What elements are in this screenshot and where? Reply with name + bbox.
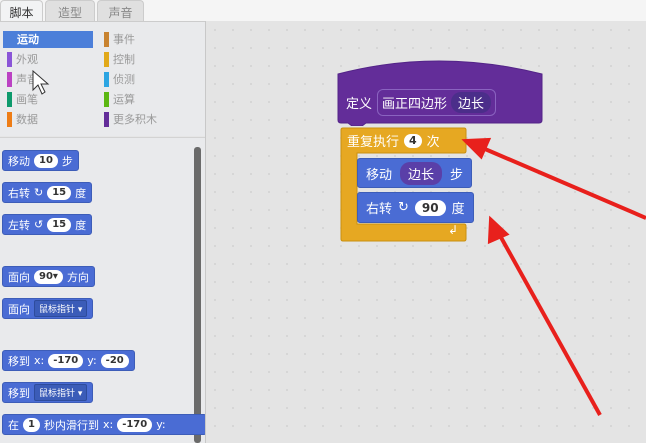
block-label: 移动 xyxy=(366,167,393,183)
block-label: 右转 xyxy=(8,186,30,200)
rotate-counterclockwise-icon: ↺ xyxy=(34,218,44,231)
go-to-block[interactable]: 移到 鼠标指针 ▾ xyxy=(2,382,94,403)
point-towards-block[interactable]: 面向 鼠标指针 ▾ xyxy=(2,298,94,319)
category-color-swatch xyxy=(104,72,109,87)
x-input[interactable]: -170 xyxy=(117,417,153,432)
repeat-unit: 次 xyxy=(426,135,440,150)
point-in-direction-block[interactable]: 面向 90▾ 方向 xyxy=(2,266,95,287)
category-label: 运算 xyxy=(113,93,135,106)
param-reporter[interactable]: 边长 xyxy=(451,92,492,113)
tab-sounds[interactable]: 声音 xyxy=(97,0,144,21)
category-label: 侦测 xyxy=(113,73,135,86)
block-label: 左转 xyxy=(8,218,30,232)
category-color-swatch xyxy=(7,52,12,67)
loop-arrow-icon: ↲ xyxy=(448,223,459,237)
x-label: x: xyxy=(102,418,114,431)
rotate-clockwise-icon: ↻ xyxy=(34,186,44,199)
glide-block[interactable]: 在 1 秒内滑行到 x: -170 y: xyxy=(2,414,207,435)
go-to-xy-block[interactable]: 移到 x: -170 y: -20 xyxy=(2,350,135,371)
category-left-4[interactable]: 数据 xyxy=(3,111,93,128)
category-label: 更多积木 xyxy=(113,113,157,126)
repeat-label: 重复执行 xyxy=(347,135,400,150)
degrees-input[interactable]: 90 xyxy=(414,199,446,216)
block-label: 度 xyxy=(451,202,465,217)
category-right-0[interactable]: 事件 xyxy=(100,31,190,48)
category-color-swatch xyxy=(104,112,109,127)
category-color-swatch xyxy=(7,72,12,87)
block-label: 方向 xyxy=(66,270,89,284)
block-label: 度 xyxy=(75,186,87,200)
block-label: 秒内滑行到 xyxy=(43,418,99,432)
param-reporter[interactable]: 边长 xyxy=(400,161,443,185)
mouse-cursor-icon xyxy=(32,70,50,95)
block-label: 面向 xyxy=(8,302,30,316)
block-label: 移到 xyxy=(8,354,30,368)
target-dropdown[interactable]: 鼠标指针 ▾ xyxy=(34,300,88,317)
move-block[interactable]: 移动 边长 步 xyxy=(357,158,473,188)
rotate-clockwise-icon: ↻ xyxy=(398,200,409,215)
category-color-swatch xyxy=(7,92,12,107)
block-label: 度 xyxy=(75,218,87,232)
category-color-swatch xyxy=(7,112,12,127)
degrees-input[interactable]: 15 xyxy=(47,185,72,200)
direction-dropdown[interactable]: 90▾ xyxy=(34,269,63,284)
category-right-3[interactable]: 运算 xyxy=(100,91,190,108)
turn-right-block[interactable]: 右转 ↻ 15 度 xyxy=(2,182,93,203)
degrees-input[interactable]: 15 xyxy=(47,217,72,232)
block-label: 步 xyxy=(450,167,464,183)
block-label: 右转 xyxy=(366,202,393,217)
category-color-swatch xyxy=(104,52,109,67)
category-label: 外观 xyxy=(16,53,38,66)
y-input[interactable]: -20 xyxy=(100,353,129,368)
tab-scripts[interactable]: 脚本 xyxy=(0,0,43,21)
x-input[interactable]: -170 xyxy=(48,353,84,368)
category-right-2[interactable]: 侦测 xyxy=(100,71,190,88)
repeat-count-input[interactable]: 4 xyxy=(404,133,422,148)
tab-costumes[interactable]: 造型 xyxy=(45,0,95,21)
category-color-swatch xyxy=(104,32,109,47)
turn-left-block[interactable]: 左转 ↺ 15 度 xyxy=(2,214,93,235)
y-label: y: xyxy=(156,418,166,431)
category-label: 数据 xyxy=(16,113,38,126)
block-label: 移动 xyxy=(8,154,30,168)
define-label: 定义 xyxy=(346,97,373,112)
category-left-1[interactable]: 外观 xyxy=(3,51,93,68)
category-label: 控制 xyxy=(113,53,135,66)
steps-input[interactable]: 10 xyxy=(34,153,58,168)
category-right-1[interactable]: 控制 xyxy=(100,51,190,68)
block-label: 面向 xyxy=(8,270,30,284)
seconds-input[interactable]: 1 xyxy=(23,417,40,432)
block-label: 移到 xyxy=(8,386,30,400)
y-label: y: xyxy=(87,354,97,367)
palette-scrollbar[interactable] xyxy=(194,147,201,443)
define-block[interactable]: 定义 画正四边形 边长 xyxy=(346,89,497,116)
category-panel: 运动 外观 声音 画笔 数据 事件 控制 侦测 运算 更多积木 xyxy=(0,21,205,136)
turn-right-block[interactable]: 右转 ↻ 90 度 xyxy=(357,192,474,223)
repeat-block[interactable]: 重复执行 4 次 xyxy=(347,131,440,150)
block-label: 在 xyxy=(8,418,19,432)
procedure-prototype: 画正四边形 边长 xyxy=(377,89,497,116)
procedure-name: 画正四边形 xyxy=(382,97,448,112)
category-color-swatch xyxy=(104,92,109,107)
target-dropdown[interactable]: 鼠标指针 ▾ xyxy=(34,384,88,401)
x-label: x: xyxy=(34,354,45,367)
category-label: 事件 xyxy=(113,33,135,46)
category-right-4[interactable]: 更多积木 xyxy=(100,111,190,128)
category-label: 运动 xyxy=(17,33,39,46)
move-steps-block[interactable]: 移动 10 步 xyxy=(2,150,79,171)
block-label: 步 xyxy=(61,154,73,168)
category-left-0[interactable]: 运动 xyxy=(3,31,93,48)
